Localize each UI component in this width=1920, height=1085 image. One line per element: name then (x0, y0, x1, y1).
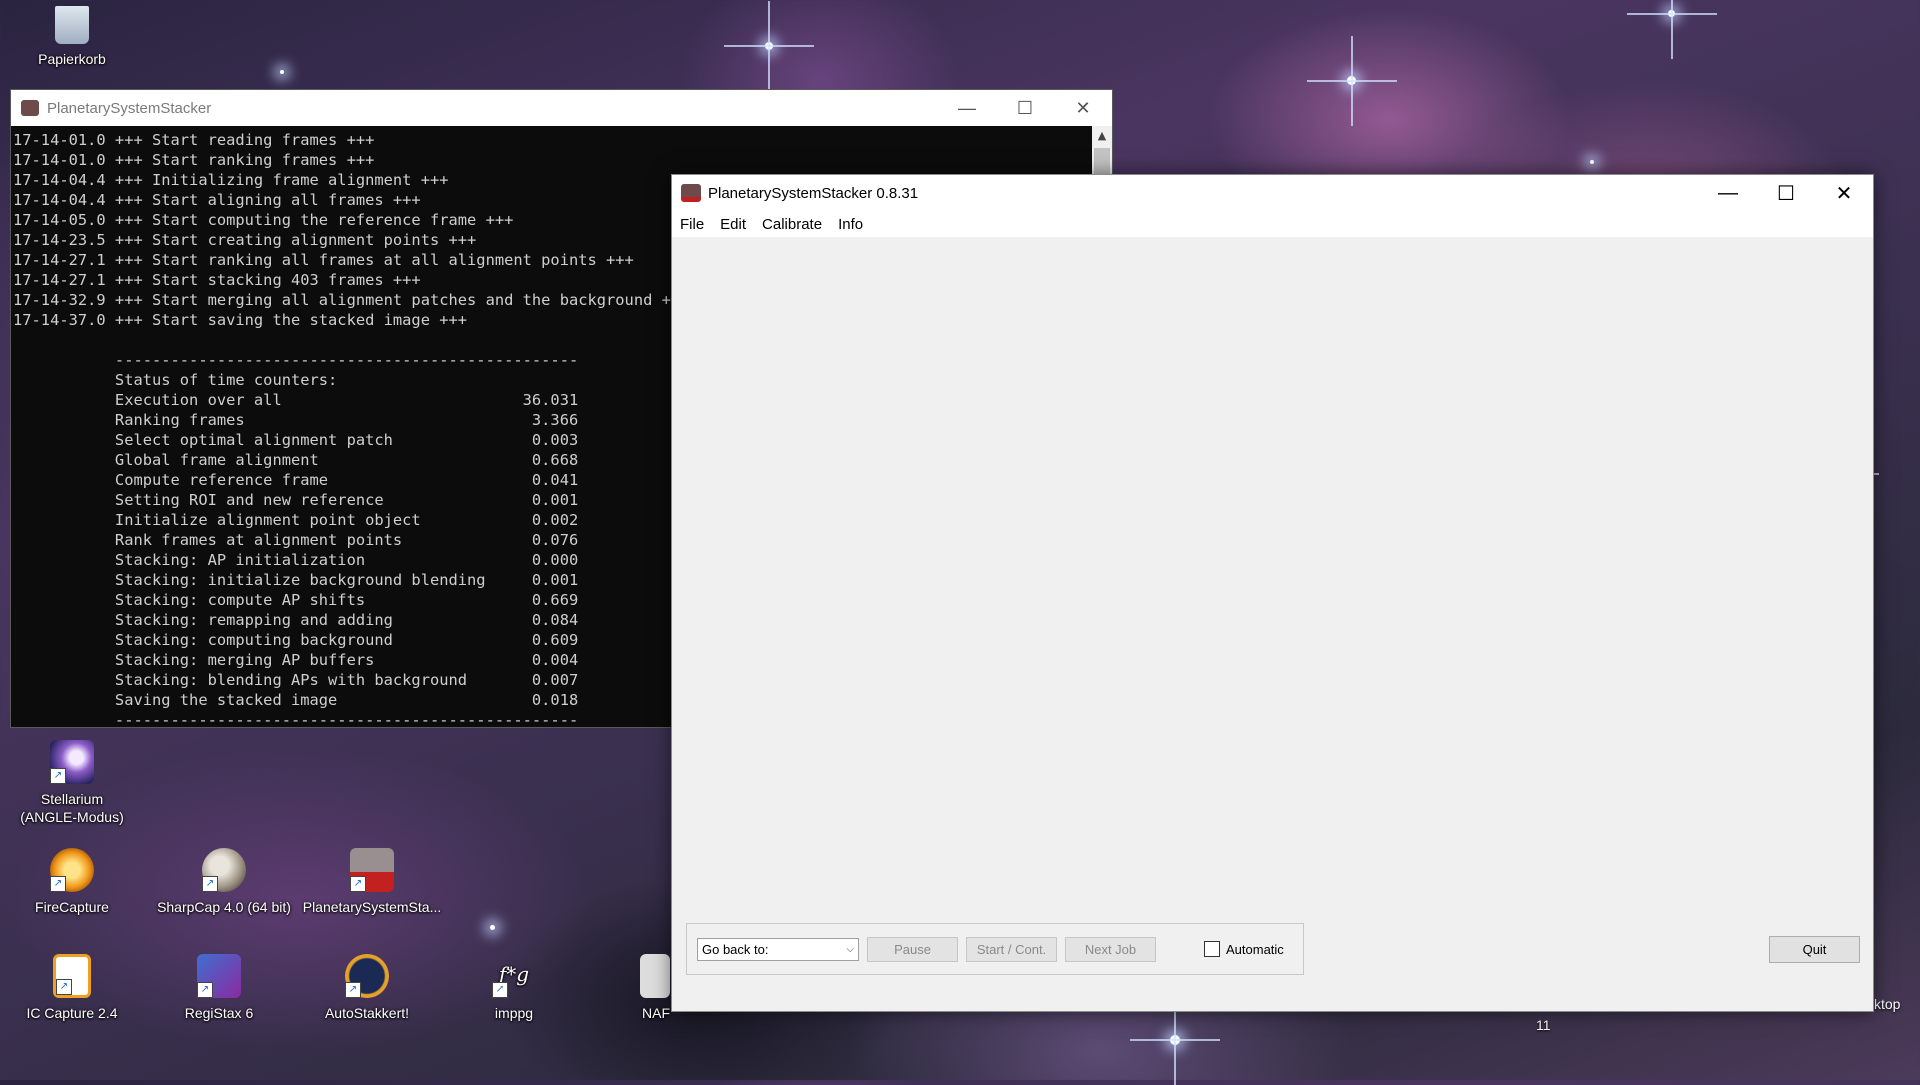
app-icon (681, 184, 701, 202)
main-window[interactable]: PlanetarySystemStacker 0.8.31 — ☐ ✕ File… (671, 174, 1874, 1012)
desktop-icon-imppg[interactable]: f*g ↗ imppg (449, 954, 579, 1022)
shortcut-arrow-icon: ↗ (56, 979, 72, 995)
desktop-icon-stellarium[interactable]: ↗ Stellarium (ANGLE-Modus) (7, 740, 137, 826)
desktop-icon-sharpcap[interactable]: ↗ SharpCap 4.0 (64 bit) (154, 848, 294, 916)
desktop-icon-recycle-bin[interactable]: Papierkorb (7, 6, 137, 68)
close-button[interactable]: ✕ (1054, 90, 1112, 126)
desktop-icon-label: NAF (642, 1005, 670, 1021)
star-decoration (1626, 0, 1717, 59)
desktop-icon-registax[interactable]: ↗ RegiStax 6 (154, 954, 284, 1022)
scroll-up-icon[interactable]: ▲ (1092, 126, 1112, 146)
shortcut-arrow-icon: ↗ (50, 768, 66, 784)
minimize-icon: — (1718, 181, 1738, 204)
desktop-icon-label: AutoStakkert! (324, 1005, 410, 1021)
ic-capture-icon: ↗ (53, 954, 91, 998)
menu-bar: File Edit Calibrate Info (672, 211, 1873, 237)
star-decoration (280, 70, 284, 74)
desktop-icon-firecapture[interactable]: ↗ FireCapture (7, 848, 137, 916)
desktop-icon-label: imppg (494, 1005, 534, 1021)
desktop-icon-naf[interactable]: NAF (600, 954, 670, 1022)
close-icon: ✕ (1835, 182, 1853, 205)
desktop-icon-label: Stellarium (ANGLE-Modus) (20, 791, 124, 825)
desktop-icon-ic-capture[interactable]: ↗ IC Capture 2.4 (7, 954, 137, 1022)
shortcut-arrow-icon: ↗ (197, 982, 213, 998)
recycle-bin-icon (55, 6, 89, 44)
console-titlebar[interactable]: PlanetarySystemStacker — ☐ ✕ (11, 90, 1112, 126)
quit-button[interactable]: Quit (1769, 936, 1860, 963)
main-window-title: PlanetarySystemStacker 0.8.31 (708, 184, 919, 202)
automatic-checkbox[interactable]: Automatic (1204, 941, 1284, 957)
shortcut-arrow-icon: ↗ (345, 982, 361, 998)
workflow-controls-group: Go back to: ⌵ Pause Start / Cont. Next J… (686, 923, 1304, 975)
shortcut-arrow-icon: ↗ (50, 876, 66, 892)
maximize-button[interactable]: ☐ (1757, 175, 1815, 211)
minimize-button[interactable]: — (1699, 175, 1757, 211)
menu-info[interactable]: Info (830, 216, 871, 233)
close-button[interactable]: ✕ (1815, 175, 1873, 211)
desktop-icon-label: SharpCap 4.0 (64 bit) (157, 899, 291, 915)
menu-file[interactable]: File (672, 216, 712, 233)
shortcut-arrow-icon: ↗ (202, 876, 218, 892)
maximize-icon: ☐ (1777, 182, 1795, 205)
shortcut-arrow-icon: ↗ (350, 876, 366, 892)
main-titlebar[interactable]: PlanetarySystemStacker 0.8.31 — ☐ ✕ (672, 175, 1873, 211)
desktop-icon-label: RegiStax 6 (184, 1005, 254, 1021)
desktop-icon-label: Papierkorb (38, 51, 106, 67)
chevron-down-icon: ⌵ (846, 943, 854, 955)
sharpcap-icon: ↗ (202, 848, 246, 892)
planetary-system-stacker-icon: ↗ (350, 848, 394, 892)
star-decoration (1130, 995, 1220, 1085)
workflow-area (672, 237, 1873, 1011)
app-icon (21, 100, 39, 116)
menu-calibrate[interactable]: Calibrate (754, 216, 830, 233)
desktop-icon-label: IC Capture 2.4 (26, 1005, 118, 1021)
minimize-icon: — (958, 97, 976, 118)
desktop-icon-label: FireCapture (35, 899, 109, 915)
stellarium-icon: ↗ (50, 740, 94, 784)
shortcut-arrow-icon: ↗ (492, 982, 508, 998)
star-decoration (1306, 35, 1397, 126)
close-icon: ✕ (1075, 97, 1091, 118)
desktop-bottom-number: 11 (1536, 1017, 1551, 1033)
go-back-select-value: Go back to: (702, 941, 769, 957)
next-job-button[interactable]: Next Job (1065, 936, 1156, 962)
checkbox-box[interactable] (1204, 941, 1220, 957)
pause-button[interactable]: Pause (867, 936, 958, 962)
desktop-icon-label: PlanetarySystemSta... (302, 899, 442, 915)
go-back-select[interactable]: Go back to: ⌵ (697, 937, 859, 961)
desktop-partial-label: ktop (1874, 996, 1901, 1012)
minimize-button[interactable]: — (938, 90, 996, 126)
registax-icon: ↗ (197, 954, 241, 998)
star-decoration (1590, 160, 1594, 164)
menu-edit[interactable]: Edit (712, 216, 754, 233)
imppg-icon: f*g ↗ (492, 954, 536, 998)
desktop-icon-autostakkert[interactable]: ↗ AutoStakkert! (302, 954, 432, 1022)
automatic-label: Automatic (1226, 941, 1284, 957)
naf-icon (640, 954, 670, 998)
autostakkert-icon: ↗ (345, 954, 389, 998)
start-continue-button[interactable]: Start / Cont. (966, 936, 1057, 962)
maximize-icon: ☐ (1016, 97, 1034, 118)
desktop-icon-planetary-system-stacker[interactable]: ↗ PlanetarySystemSta... (302, 848, 442, 916)
console-window-title: PlanetarySystemStacker (47, 99, 212, 117)
firecapture-icon: ↗ (50, 848, 94, 892)
star-decoration (724, 1, 814, 91)
star-decoration (490, 925, 495, 930)
maximize-button[interactable]: ☐ (996, 90, 1054, 126)
